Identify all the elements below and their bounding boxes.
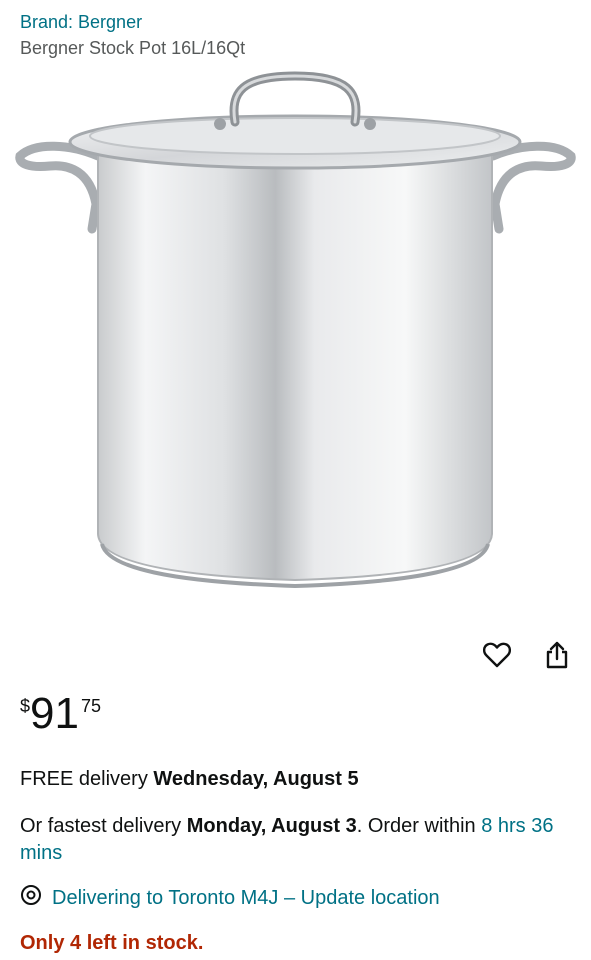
delivery-date: Wednesday, August 5 — [153, 768, 359, 790]
location-label[interactable]: Delivering to Toronto M4J – Update locat… — [52, 887, 440, 910]
price-fraction: 75 — [80, 696, 101, 716]
stock-status: Only 4 left in stock. — [20, 932, 204, 954]
delivery-prefix: FREE delivery — [20, 768, 154, 790]
fastest-prefix: Or fastest delivery — [20, 815, 187, 837]
free-delivery-message: FREE delivery Wednesday, August 5 — [20, 766, 580, 792]
price: $ 91 75 — [20, 688, 101, 740]
location-pin-icon — [20, 884, 42, 912]
product-image[interactable] — [10, 64, 581, 604]
product-title: Bergner Stock Pot 16L/16Qt — [20, 38, 246, 58]
share-icon[interactable] — [538, 636, 576, 674]
fastest-delivery-message: Or fastest delivery Monday, August 3. Or… — [20, 813, 575, 867]
fastest-middle: . Order within — [356, 815, 482, 837]
delivery-location-link[interactable]: Delivering to Toronto M4J – Update locat… — [20, 884, 440, 912]
price-whole: 91 — [30, 689, 79, 738]
action-icons — [478, 636, 576, 674]
price-symbol: $ — [20, 696, 31, 716]
heart-icon[interactable] — [478, 636, 516, 674]
brand-link[interactable]: Brand: Bergner — [20, 12, 142, 33]
fastest-date: Monday, August 3 — [186, 815, 357, 837]
